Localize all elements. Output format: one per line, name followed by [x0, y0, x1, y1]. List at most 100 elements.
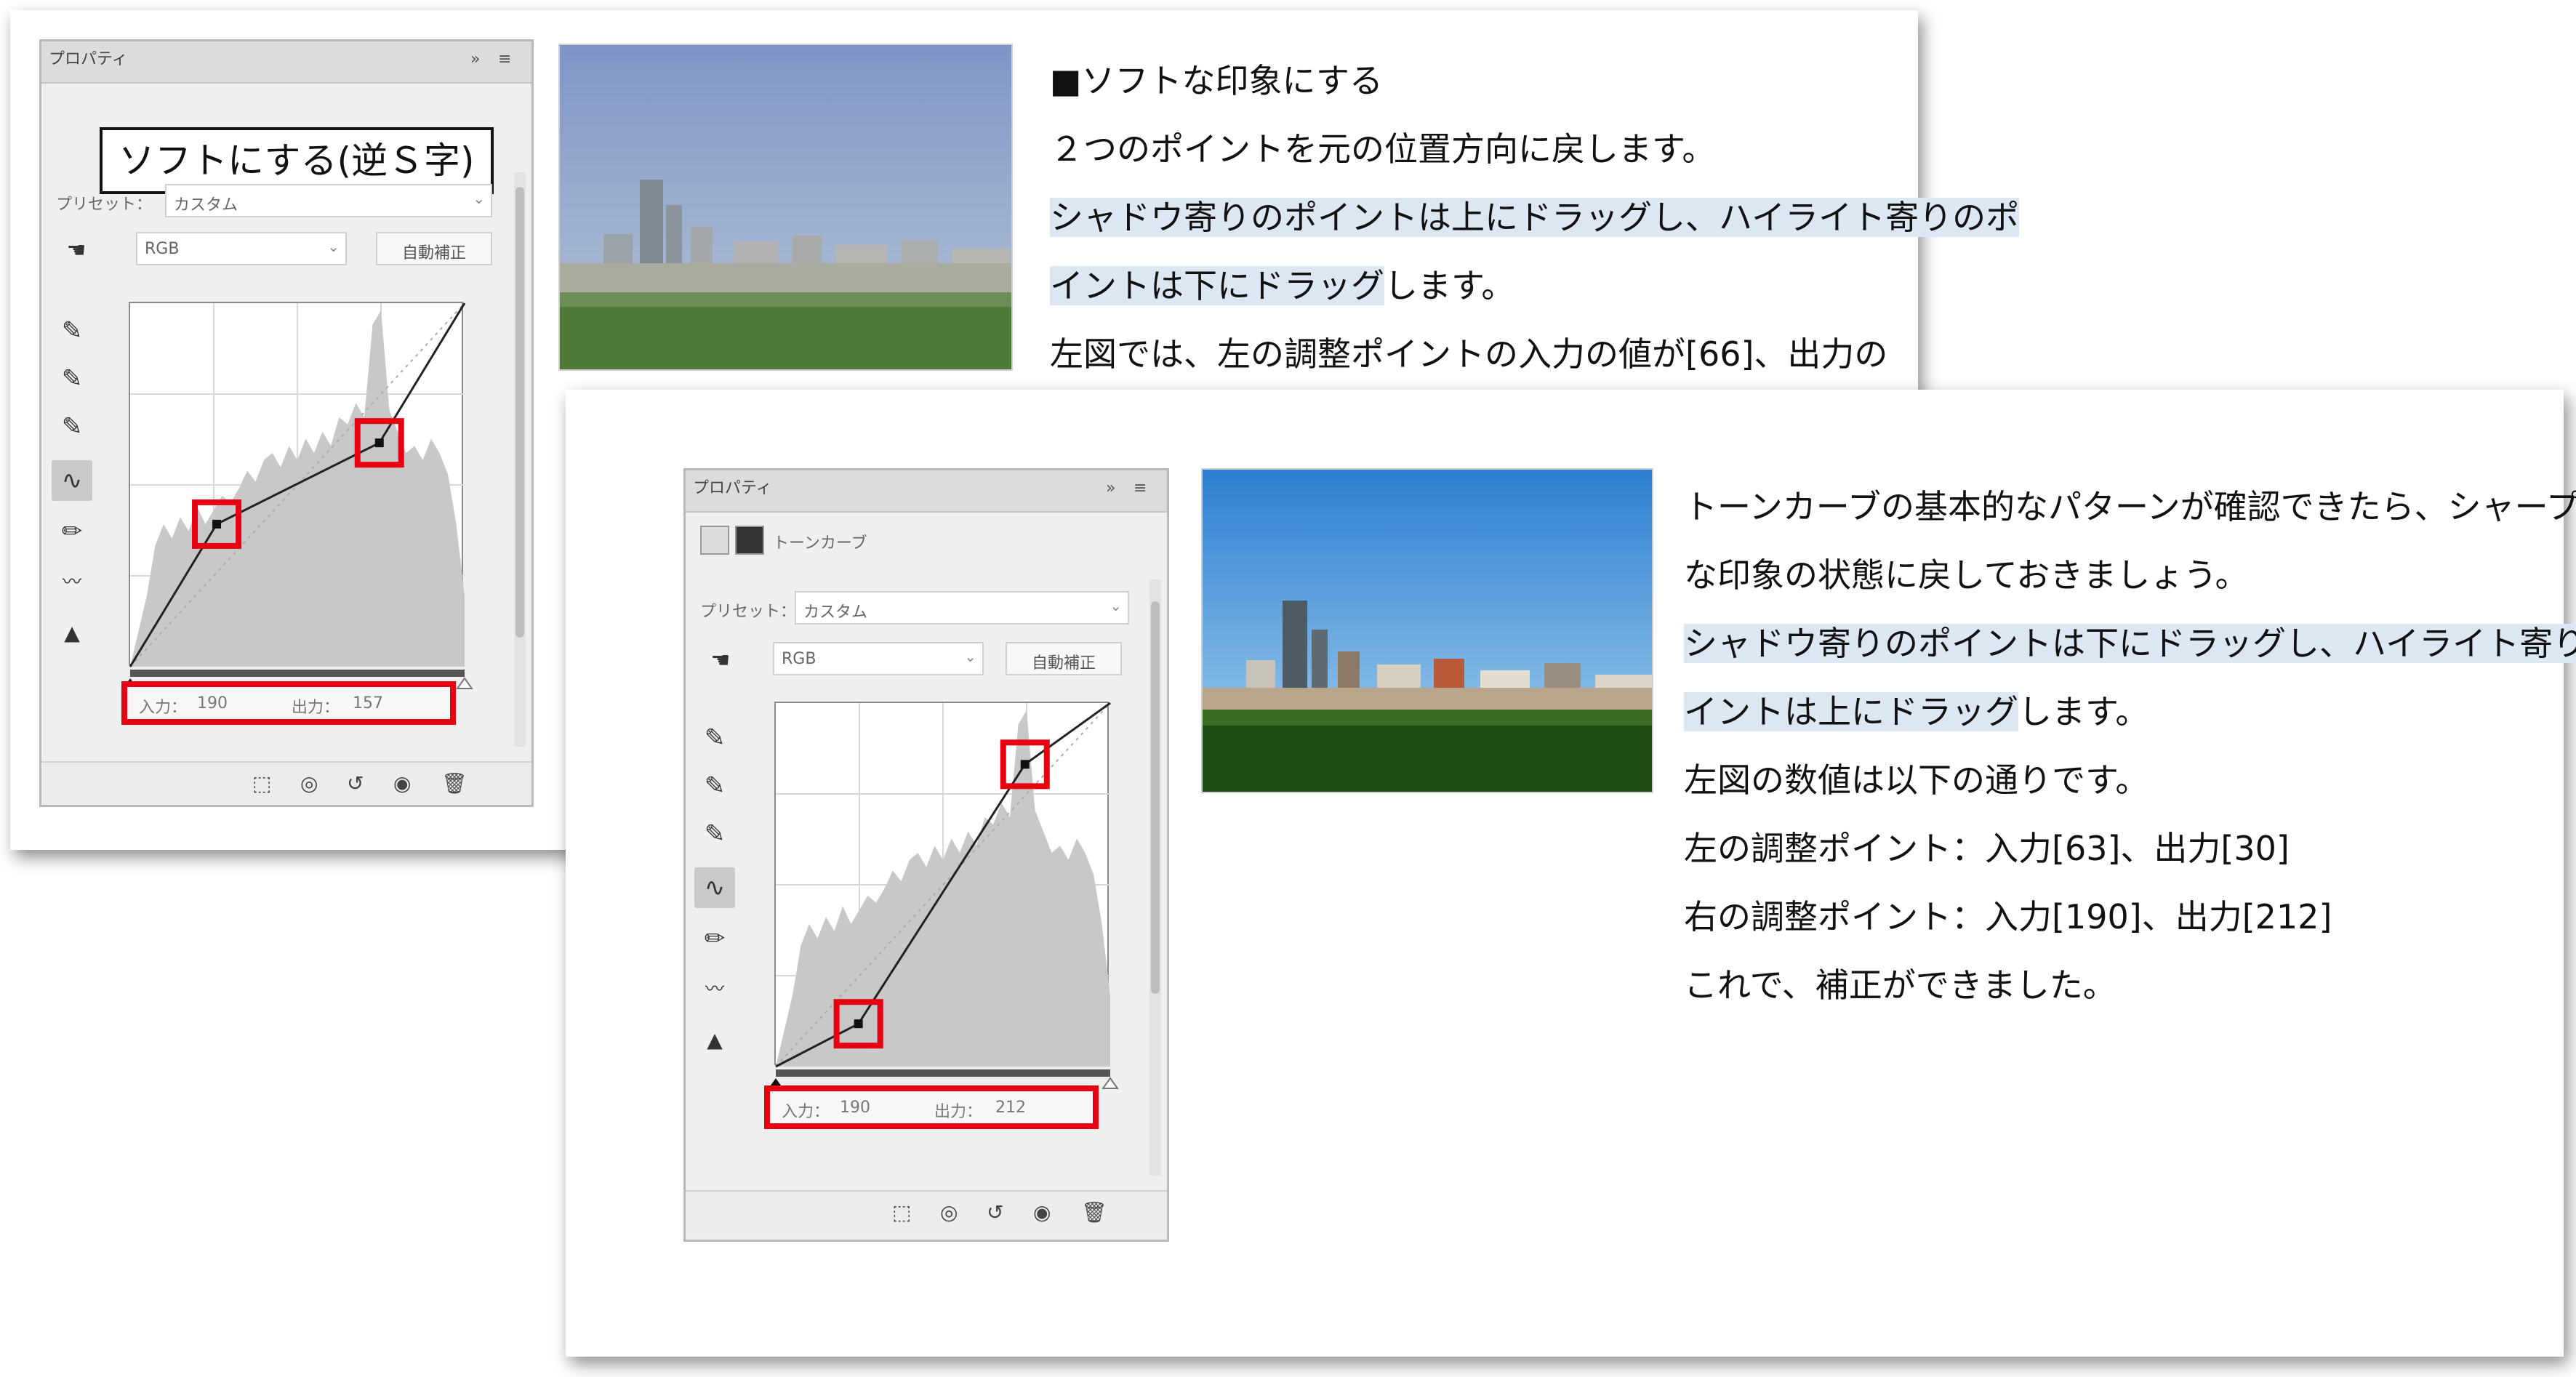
smooth-icon[interactable]: 〰 — [52, 562, 92, 603]
city-photo-soft — [560, 45, 1011, 369]
reset-icon[interactable]: ↺ — [347, 771, 364, 795]
photo-soft — [558, 44, 1013, 371]
target-adjust-icon[interactable]: ☚ — [56, 230, 97, 271]
collapse-icon[interactable]: » — [1106, 479, 1115, 497]
channel-select[interactable]: RGB ⌄ — [136, 232, 347, 265]
trash-icon[interactable]: 🗑 — [441, 771, 468, 795]
input-value[interactable]: 190 — [840, 1099, 870, 1117]
black-eyedropper-icon[interactable]: ✎ — [694, 718, 735, 758]
panel-menu-icon[interactable]: ≡ — [1133, 479, 1147, 497]
clip-to-layer-icon[interactable]: ⬚ — [892, 1200, 911, 1224]
photo-sharp — [1201, 468, 1653, 793]
gray-eyedropper-icon[interactable]: ✎ — [52, 358, 92, 399]
visibility-icon[interactable]: ◉ — [393, 771, 411, 795]
collapse-icon[interactable]: » — [470, 50, 480, 68]
panel-footer: ⬚ ◎ ↺ ◉ 🗑 — [41, 761, 531, 805]
text-line: これで、補正ができました。 — [1684, 965, 2116, 1005]
output-value[interactable]: 212 — [995, 1099, 1026, 1117]
curves-adjustment-icon — [700, 526, 729, 555]
channel-select[interactable]: RGB ⌄ — [773, 642, 984, 675]
highlight: ハイライト寄りのポ — [1719, 198, 2020, 237]
curve-svg — [769, 702, 1119, 1089]
auto-button[interactable]: 自動補正 — [376, 232, 492, 265]
properties-panel: プロパティ » ≡ トーンカーブ プリセット： カスタム ⌄ ☚ RGB ⌄ 自… — [683, 468, 1169, 1242]
channel-value: RGB — [782, 650, 816, 668]
white-eyedropper-icon[interactable]: ✎ — [694, 814, 735, 854]
panel-tab[interactable]: プロパティ — [49, 46, 128, 69]
preset-select[interactable]: カスタム ⌄ — [165, 184, 492, 217]
input-output-row: 入力： 190 出力： 212 — [764, 1085, 1099, 1129]
text-line: 左図では、左の調整ポイントの入力の値が[66]、出力の — [1050, 334, 1888, 374]
control-point — [212, 519, 222, 529]
curve-edit-icon[interactable]: ∿ — [52, 460, 92, 501]
text-line: な印象の状態に戻しておきましょう。 — [1684, 555, 2249, 595]
view-previous-icon[interactable]: ◎ — [300, 771, 318, 795]
gray-eyedropper-icon[interactable]: ✎ — [694, 766, 735, 806]
panel-header: プロパティ » ≡ — [686, 470, 1167, 513]
curve-graph[interactable] — [123, 302, 473, 689]
panel-menu-icon[interactable]: ≡ — [498, 50, 511, 68]
front-card: プロパティ » ≡ トーンカーブ プリセット： カスタム ⌄ ☚ RGB ⌄ 自… — [566, 390, 2576, 1357]
clipping-warning-icon[interactable]: ▲ — [52, 613, 92, 654]
curve-svg — [123, 302, 473, 689]
text-line: トーンカーブの基本的なパターンが確認できたら、シャープ — [1684, 487, 2576, 526]
input-label: 入力： — [782, 1103, 830, 1121]
panel-footer: ⬚ ◎ ↺ ◉ 🗑 — [686, 1190, 1167, 1234]
chevron-down-icon: ⌄ — [327, 238, 340, 255]
curve-edit-icon[interactable]: ∿ — [694, 867, 735, 908]
auto-button[interactable]: 自動補正 — [1006, 642, 1122, 675]
channel-value: RGB — [145, 240, 180, 258]
preset-label: プリセット： — [56, 196, 153, 214]
preset-label: プリセット： — [700, 603, 797, 621]
scrollbar-thumb[interactable] — [515, 187, 524, 638]
front-text: トーンカーブの基本的なパターンが確認できたら、シャープ な印象の状態に戻しておき… — [1684, 473, 2576, 1019]
preset-select[interactable]: カスタム ⌄ — [795, 591, 1129, 625]
control-point — [854, 1019, 863, 1029]
input-gradient-bar — [776, 1069, 1110, 1077]
black-eyedropper-icon[interactable]: ✎ — [52, 310, 92, 351]
white-point-slider — [456, 677, 473, 689]
text-line: イントは上にドラッグします。 — [1684, 678, 2576, 746]
highlight: イントは下にドラッグ — [1050, 266, 1384, 305]
highlight: シャドウ寄りのポイントは上にドラッグし、 — [1050, 198, 1719, 237]
properties-panel: プロパティ » ≡ ソフトにする(逆Ｓ字) プリセット： カスタム ⌄ ☚ RG… — [39, 39, 534, 807]
trash-icon[interactable]: 🗑 — [1081, 1200, 1107, 1224]
output-value[interactable]: 157 — [353, 694, 383, 712]
text-line: 右の調整ポイント：入力[190]、出力[212] — [1684, 897, 2332, 936]
visibility-icon[interactable]: ◉ — [1033, 1200, 1051, 1224]
output-label: 出力： — [292, 699, 340, 717]
preset-value: カスタム — [174, 196, 238, 214]
chevron-down-icon: ⌄ — [1110, 597, 1122, 614]
scrollbar-thumb[interactable] — [1151, 601, 1160, 994]
back-text: ■ソフトな印象にする ２つのポイントを元の位置方向に戻します。 シャドウ寄りのポ… — [1050, 47, 2020, 388]
text-line: 左の調整ポイント：入力[63]、出力[30] — [1684, 829, 2290, 868]
input-value[interactable]: 190 — [197, 694, 228, 712]
adjustment-title: トーンカーブ — [773, 534, 867, 553]
chevron-down-icon: ⌄ — [473, 190, 485, 207]
output-label: 出力： — [934, 1103, 983, 1121]
panel-header: プロパティ » ≡ — [41, 41, 531, 84]
control-point — [374, 438, 384, 448]
view-previous-icon[interactable]: ◎ — [940, 1200, 958, 1224]
white-eyedropper-icon[interactable]: ✎ — [52, 406, 92, 447]
clipping-warning-icon[interactable]: ▲ — [694, 1020, 735, 1061]
reset-icon[interactable]: ↺ — [987, 1200, 1003, 1224]
text-line: イントは下にドラッグします。 — [1050, 252, 2019, 320]
pencil-icon[interactable]: ✏ — [694, 918, 735, 959]
chevron-down-icon: ⌄ — [964, 648, 976, 665]
city-photo-sharp — [1203, 470, 1652, 792]
text-line: シャドウ寄りのポイントは上にドラッグし、ハイライト寄りのポ — [1050, 183, 2020, 252]
scrollbar[interactable] — [514, 172, 526, 747]
highlight: ハイライト寄りのポ — [2353, 624, 2576, 663]
scrollbar[interactable] — [1149, 579, 1161, 1176]
input-gradient-bar — [130, 670, 465, 677]
panel-tab[interactable]: プロパティ — [693, 475, 772, 498]
highlight: イントは上にドラッグ — [1684, 692, 2018, 731]
clip-to-layer-icon[interactable]: ⬚ — [252, 771, 271, 795]
target-adjust-icon[interactable]: ☚ — [700, 641, 741, 681]
curve-graph[interactable] — [769, 702, 1119, 1089]
preset-value: カスタム — [803, 603, 868, 622]
smooth-icon[interactable]: 〰 — [694, 969, 735, 1010]
pencil-icon[interactable]: ✏ — [52, 511, 92, 552]
mask-icon[interactable] — [735, 526, 764, 555]
